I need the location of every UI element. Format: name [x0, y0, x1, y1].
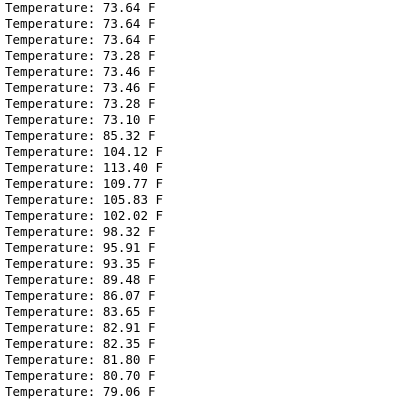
log-line: Temperature: 89.48 F — [5, 272, 156, 287]
log-line: Temperature: 73.46 F — [5, 64, 156, 79]
log-line: Temperature: 73.28 F — [5, 48, 156, 63]
log-line: Temperature: 73.64 F — [5, 16, 156, 31]
log-line: Temperature: 102.02 F — [5, 208, 164, 223]
log-line: Temperature: 85.32 F — [5, 128, 156, 143]
log-line: Temperature: 73.10 F — [5, 112, 156, 127]
log-line: Temperature: 113.40 F — [5, 160, 164, 175]
log-line: Temperature: 105.83 F — [5, 192, 164, 207]
log-line: Temperature: 98.32 F — [5, 224, 156, 239]
log-line: Temperature: 82.35 F — [5, 336, 156, 351]
log-line: Temperature: 73.28 F — [5, 96, 156, 111]
log-line: Temperature: 80.70 F — [5, 368, 156, 383]
log-line: Temperature: 73.64 F — [5, 0, 156, 15]
log-line: Temperature: 82.91 F — [5, 320, 156, 335]
log-line: Temperature: 109.77 F — [5, 176, 164, 191]
log-line: Temperature: 104.12 F — [5, 144, 164, 159]
log-line: Temperature: 93.35 F — [5, 256, 156, 271]
log-line: Temperature: 73.64 F — [5, 32, 156, 47]
log-line: Temperature: 95.91 F — [5, 240, 156, 255]
log-line: Temperature: 73.46 F — [5, 80, 156, 95]
terminal-output[interactable]: Temperature: 73.64 F Temperature: 73.64 … — [0, 0, 412, 402]
log-line: Temperature: 86.07 F — [5, 288, 156, 303]
log-line: Temperature: 79.06 F — [5, 384, 156, 399]
temperature-log: Temperature: 73.64 F Temperature: 73.64 … — [5, 0, 163, 400]
log-line: Temperature: 83.65 F — [5, 304, 156, 319]
log-line: Temperature: 81.80 F — [5, 352, 156, 367]
